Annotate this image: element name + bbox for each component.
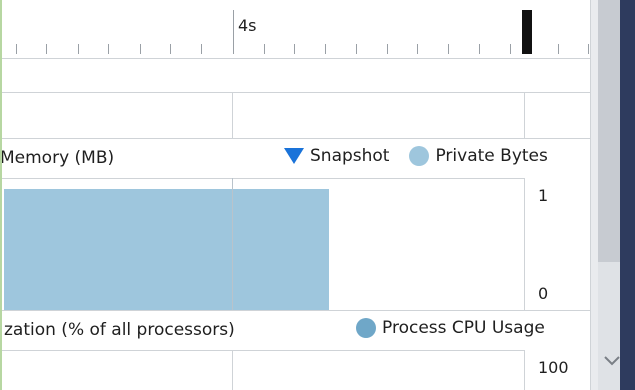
ruler-time-label: 4s xyxy=(238,16,257,35)
ruler-tick xyxy=(558,44,559,54)
ruler-major-tick xyxy=(233,10,234,54)
ruler-tick xyxy=(16,44,17,54)
snapshot-legend-label: Snapshot xyxy=(310,146,390,166)
cpu-chart[interactable]: 100 xyxy=(2,350,590,390)
process-cpu-circle-icon xyxy=(356,318,376,338)
timeline-band xyxy=(2,92,590,139)
ruler-tick xyxy=(140,44,141,54)
ruler-tick xyxy=(448,44,449,54)
memory-axis-min: 0 xyxy=(538,284,549,303)
ruler-tick xyxy=(387,44,388,54)
memory-title: Memory (MB) xyxy=(0,148,115,168)
grid-line xyxy=(232,178,233,310)
memory-chart[interactable]: 1 0 xyxy=(2,178,590,311)
ruler-tick xyxy=(170,44,171,54)
cpu-section-header: zation (% of all processors) Process CPU… xyxy=(2,310,590,351)
ruler-tick xyxy=(356,44,357,54)
timeline-ruler[interactable]: 4s xyxy=(2,0,590,59)
ruler-tick xyxy=(588,44,589,54)
timeline-panel: 4s Memory (MB) Snapshot Private Bytes 1 xyxy=(0,0,590,390)
memory-axis xyxy=(524,178,590,310)
memory-legend: Snapshot Private Bytes xyxy=(284,146,548,166)
memory-section-header: Memory (MB) Snapshot Private Bytes xyxy=(2,138,590,179)
snapshot-triangle-icon xyxy=(284,148,304,164)
grid-line xyxy=(232,350,233,390)
process-cpu-legend-label: Process CPU Usage xyxy=(382,318,545,338)
ruler-tick xyxy=(479,44,480,54)
ruler-tick xyxy=(78,44,79,54)
diagnostic-tools-panel: 4s Memory (MB) Snapshot Private Bytes 1 xyxy=(0,0,635,390)
ruler-tick xyxy=(108,44,109,54)
private-bytes-legend-label: Private Bytes xyxy=(435,146,548,166)
ruler-tick xyxy=(510,44,511,54)
grid-line xyxy=(524,92,525,138)
cpu-axis-max: 100 xyxy=(538,358,569,377)
memory-axis-max: 1 xyxy=(538,186,549,205)
cpu-legend: Process CPU Usage xyxy=(356,318,545,338)
ruler-tick xyxy=(294,44,295,54)
playhead-marker[interactable] xyxy=(522,10,532,54)
ruler-tick xyxy=(201,44,202,54)
private-bytes-circle-icon xyxy=(409,146,430,166)
ruler-tick xyxy=(46,44,47,54)
timeline-band xyxy=(2,58,590,93)
ruler-tick xyxy=(417,44,418,54)
private-bytes-area xyxy=(4,189,329,310)
cpu-title: zation (% of all processors) xyxy=(4,320,235,340)
grid-line xyxy=(232,92,233,138)
ruler-tick xyxy=(264,44,265,54)
window-edge xyxy=(620,0,635,390)
ruler-tick xyxy=(325,44,326,54)
